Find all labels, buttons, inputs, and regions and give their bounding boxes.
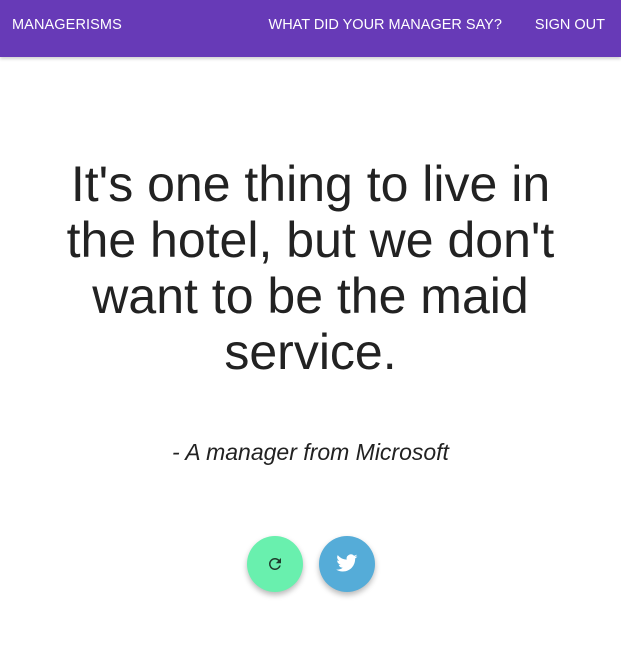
quote-text: It's one thing to live in the hotel, but… [66,156,555,380]
nav-link-sign-out[interactable]: SIGN OUT [535,0,605,50]
navbar: MANAGERISMS WHAT DID YOUR MANAGER SAY? S… [0,0,621,57]
refresh-button[interactable] [247,536,303,592]
brand-link[interactable]: MANAGERISMS [12,0,122,50]
quote-attribution: - A manager from Microsoft [172,439,449,465]
nav-link-what-did-your-manager-say[interactable]: WHAT DID YOUR MANAGER SAY? [269,0,502,50]
nav-links: WHAT DID YOUR MANAGER SAY? SIGN OUT [236,0,605,50]
refresh-icon [266,555,284,573]
twitter-share-button[interactable] [319,536,375,592]
twitter-icon [336,554,358,574]
